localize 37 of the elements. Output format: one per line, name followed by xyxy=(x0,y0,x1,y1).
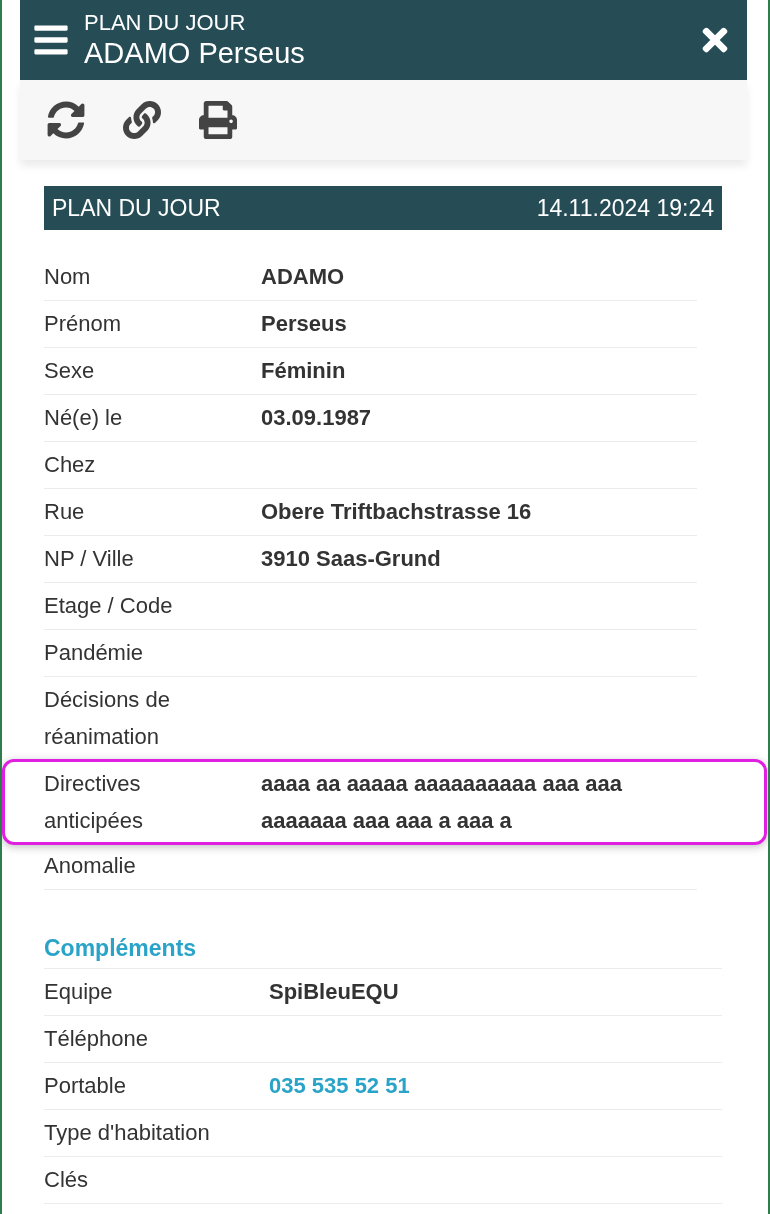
field-label: Décisions de réanimation xyxy=(44,686,171,751)
field-label: Rue xyxy=(44,498,86,526)
field-label: Directives anticipées xyxy=(44,770,145,835)
field-value: aaaa aa aaaaa aaaaaaaaaa aaa aaa aaaaaaa aaa aaa a aaa a xyxy=(261,770,623,835)
field-label: Prénom xyxy=(44,310,123,338)
field-label: Chez xyxy=(44,451,97,479)
field-value: Perseus xyxy=(261,310,348,338)
field-value: 3910 Saas-Grund xyxy=(261,545,442,573)
field-label: Sexe xyxy=(44,357,96,385)
field-label: NP / Ville xyxy=(44,545,135,573)
header-subtitle: PLAN DU JOUR xyxy=(84,10,247,36)
refresh-button[interactable] xyxy=(47,101,85,139)
field-label: Téléphone xyxy=(44,1025,149,1053)
field-label: Etage / Code xyxy=(44,592,174,620)
refresh-icon xyxy=(47,101,85,139)
field-label: Pandémie xyxy=(44,639,145,667)
printer-icon xyxy=(199,101,237,139)
field-value: Obere Triftbachstrasse 16 xyxy=(261,498,533,526)
link-icon xyxy=(123,101,161,139)
field-label: Nom xyxy=(44,263,92,291)
field-value: 03.09.1987 xyxy=(261,404,373,432)
link-button[interactable] xyxy=(123,101,161,139)
banner-title: PLAN DU JOUR xyxy=(52,194,221,222)
section-heading: Compléments xyxy=(44,935,197,961)
field-label: Clés xyxy=(44,1166,89,1194)
field-label: Equipe xyxy=(44,978,114,1006)
field-label: Né(e) le xyxy=(44,404,124,432)
field-value: Féminin xyxy=(261,357,347,385)
field-value: SpiBleuEQU xyxy=(269,978,400,1006)
field-label: Type d'habitation xyxy=(44,1119,211,1147)
phone-link[interactable]: 035 535 52 51 xyxy=(269,1067,722,1104)
field-value: ADAMO xyxy=(261,263,346,291)
patient-name: ADAMO Perseus xyxy=(84,36,306,70)
field-label: Portable xyxy=(44,1072,127,1100)
timestamp: 14.11.2024 19:24 xyxy=(536,194,714,222)
print-button[interactable] xyxy=(199,101,237,139)
field-label: Anomalie xyxy=(44,852,137,880)
